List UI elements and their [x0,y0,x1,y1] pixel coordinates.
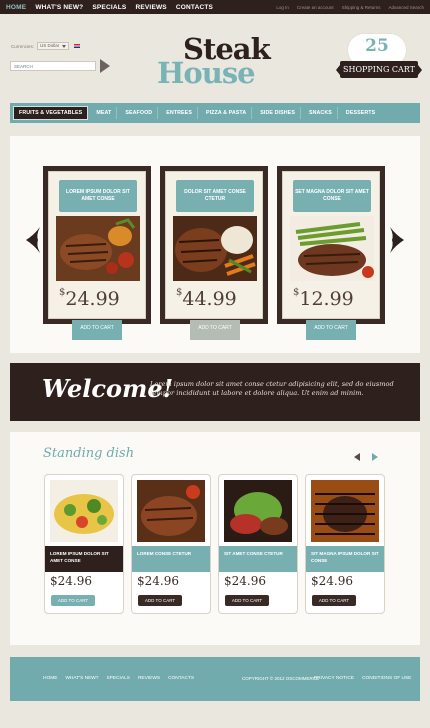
login-link[interactable]: Log In [276,5,289,10]
top-nav-reviews[interactable]: REVIEWS [135,4,166,11]
featured-product-1[interactable]: LOREM IPSUM DOLOR SIT AMET CONSE $24.99 [43,166,151,324]
footer-link-home[interactable]: HOME [43,676,57,681]
welcome-text: Lorem ipsum dolor sit amet conse ctetur … [150,380,394,397]
add-to-cart-button[interactable]: ADD TO CART [72,320,122,340]
featured-title: SET MAGNA DOLOR SIT AMET CONSE [293,180,371,212]
carousel-prev-icon[interactable] [354,453,360,461]
add-to-cart-button[interactable]: ADD TO CART [225,595,269,606]
product-image[interactable] [173,216,257,281]
top-nav: HOME WHAT'S NEW? SPECIALS REVIEWS CONTAC… [6,4,213,11]
nav-seafood[interactable]: SEAFOOD [120,107,159,119]
shipping-returns-link[interactable]: Shipping & Returns [342,5,381,10]
nav-meat[interactable]: MEAT [91,107,118,119]
nav-pizza-pasta[interactable]: PIZZA & PASTA [201,107,253,119]
dish-card-2[interactable]: LOREM CONSE CTETUR $24.96 ADD TO CART [131,474,211,614]
slider-prev-icon[interactable] [22,225,42,255]
welcome-banner: Welcome! Lorem ipsum dolor sit amet cons… [10,363,420,421]
footer-link-contacts[interactable]: CONTACTS [168,676,194,681]
dish-name[interactable]: LOREM IPSUM DOLOR SIT AMET CONSE [45,546,123,572]
dish-image[interactable] [50,480,118,542]
nav-fruits-vegetables[interactable]: FRUITS & VEGETABLES [13,106,89,120]
add-to-cart-button[interactable]: ADD TO CART [306,320,356,340]
featured-product-2[interactable]: DOLOR SIT AMET CONSE CTETUR $44.99 [160,166,268,324]
footer-link-specials[interactable]: SPECIALS [106,676,129,681]
conditions-of-use-link[interactable]: CONDITIONS OF USE [362,676,411,681]
dish-card-4[interactable]: SIT MAGNA IPSUM DOLOR SIT CONSE $24.96 A… [305,474,385,614]
dish-price: $24.96 [50,574,92,588]
create-account-link[interactable]: Create an account [297,5,334,10]
footer-nav: HOME WHAT'S NEW? SPECIALS REVIEWS CONTAC… [43,676,194,681]
featured-title: LOREM IPSUM DOLOR SIT AMET CONSE [59,180,137,212]
dish-price: $24.96 [224,574,266,588]
dish-name[interactable]: SIT MAGNA IPSUM DOLOR SIT CONSE [306,546,384,572]
nav-entrees[interactable]: ENTREES [161,107,198,119]
cart-count: 25 [365,36,389,56]
add-to-cart-button[interactable]: ADD TO CART [312,595,356,606]
nav-desserts[interactable]: DESSERTS [341,107,380,119]
top-nav-home[interactable]: HOME [6,4,26,11]
add-to-cart-button[interactable]: ADD TO CART [138,595,182,606]
featured-price: $44.99 [176,286,237,310]
featured-card-frame: SET MAGNA DOLOR SIT AMET CONSE $12.99 [282,171,380,319]
featured-title: DOLOR SIT AMET CONSE CTETUR [176,180,254,212]
footer-link-reviews[interactable]: REVIEWS [138,676,160,681]
currency-label: Currencies: [11,43,35,49]
nav-snacks[interactable]: SNACKS [304,107,338,119]
nav-side-dishes[interactable]: SIDE DISHES [255,107,301,119]
product-image[interactable] [290,216,374,281]
category-nav: FRUITS & VEGETABLES MEAT SEAFOOD ENTREES… [10,103,420,123]
product-image[interactable] [56,216,140,281]
dish-name[interactable]: LOREM CONSE CTETUR [132,546,210,572]
logo[interactable]: Steak House [155,32,275,90]
featured-card-frame: LOREM IPSUM DOLOR SIT AMET CONSE $24.99 [48,171,146,319]
top-bar: HOME WHAT'S NEW? SPECIALS REVIEWS CONTAC… [0,0,430,14]
dish-image[interactable] [311,480,379,542]
featured-product-3[interactable]: SET MAGNA DOLOR SIT AMET CONSE $12.99 [277,166,385,324]
dish-image[interactable] [137,480,205,542]
privacy-notice-link[interactable]: PRIVACY NOTICE [314,676,354,681]
shopping-cart[interactable]: 25 SHOPPING CART [336,32,422,88]
add-to-cart-button[interactable]: ADD TO CART [51,595,95,606]
featured-card-frame: DOLOR SIT AMET CONSE CTETUR $44.99 [165,171,263,319]
dish-image[interactable] [224,480,292,542]
logo-line-2: House [157,56,256,90]
dish-price: $24.96 [311,574,353,588]
top-nav-whats-new[interactable]: WHAT'S NEW? [35,4,83,11]
footer: HOME WHAT'S NEW? SPECIALS REVIEWS CONTAC… [10,657,420,701]
flag-icon[interactable] [74,44,81,48]
currency-selector: Currencies: US Dollar [11,42,81,50]
cart-label: SHOPPING CART [336,61,422,78]
dish-price: $24.96 [137,574,179,588]
dish-card-1[interactable]: LOREM IPSUM DOLOR SIT AMET CONSE $24.96 … [44,474,124,614]
dish-card-3[interactable]: SIT AMET CONSE CTETUR $24.96 ADD TO CART [218,474,298,614]
slider-next-icon[interactable] [388,225,408,255]
footer-link-whats-new[interactable]: WHAT'S NEW? [65,676,98,681]
carousel-next-icon[interactable] [372,453,378,461]
advanced-search-link[interactable]: Advanced Search [388,5,424,10]
search-input[interactable]: SEARCH [10,61,96,71]
top-nav-contacts[interactable]: CONTACTS [176,4,213,11]
top-nav-specials[interactable]: SPECIALS [92,4,126,11]
add-to-cart-button[interactable]: ADD TO CART [190,320,240,340]
footer-policies: PRIVACY NOTICE CONDITIONS OF USE [314,676,411,681]
featured-price: $24.99 [59,286,120,310]
copyright: COPYRIGHT © 2012 OSCOMMERCE [242,676,319,681]
search-arrow-icon[interactable] [100,59,110,73]
currency-dropdown[interactable]: US Dollar [37,42,70,50]
featured-price: $12.99 [293,286,354,310]
account-links: Log In Create an account Shipping & Retu… [276,5,424,10]
dish-name[interactable]: SIT AMET CONSE CTETUR [219,546,297,572]
section-title: Standing dish [43,446,135,461]
